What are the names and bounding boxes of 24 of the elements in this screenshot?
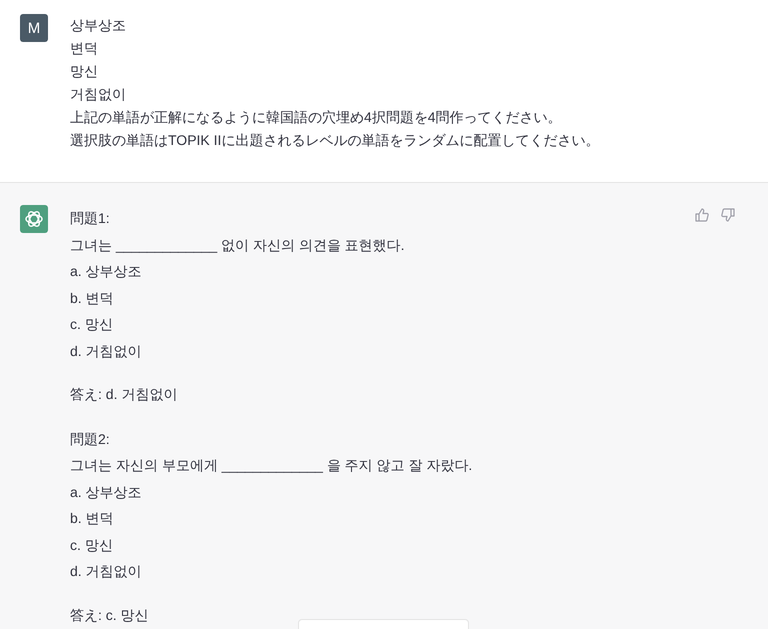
assistant-logo-icon — [20, 205, 48, 233]
answer-option: c. 망신 — [70, 532, 113, 558]
answer-option: b. 변덕 — [70, 505, 114, 532]
answer-option: a. 상부상조 — [70, 478, 142, 505]
answer-text: 答え: d. 거침없이 — [70, 385, 178, 404]
question-title: 問題1: — [70, 209, 110, 228]
user-avatar: M — [20, 14, 48, 42]
answer-option: b. 변덕 — [70, 284, 114, 311]
answer-option: d. 거침없이 — [70, 338, 142, 364]
message-line: 망신 — [70, 62, 99, 81]
thumbs-down-icon[interactable] — [720, 207, 736, 223]
message-line: 上記の単語が正解になるように韓国語の穴埋め4択問題を4問作ってください。 — [70, 108, 563, 127]
question-sentence: 그녀는 자신의 부모에게 _____________ 을 주지 않고 잘 자랐다. — [70, 456, 472, 475]
thumbs-up-icon[interactable] — [694, 207, 710, 223]
answer-option: d. 거침없이 — [70, 558, 142, 584]
answer-option: a. 상부상조 — [70, 258, 142, 284]
message-line: 거침없이 — [70, 85, 127, 104]
question-title: 問題2: — [70, 430, 110, 448]
message-line: 변덕 — [70, 39, 99, 58]
message-line: 選択肢の単語はTOPIK IIに出題されるレベルの単語をランダムに配置してください。 — [70, 131, 600, 150]
answer-text: 答え: c. 망신 — [70, 606, 149, 624]
message-line: 상부상조 — [70, 16, 127, 35]
answer-option: c. 망신 — [70, 311, 113, 338]
question-sentence: 그녀는 _____________ 없이 자신의 의견을 표현했다. — [70, 236, 405, 255]
